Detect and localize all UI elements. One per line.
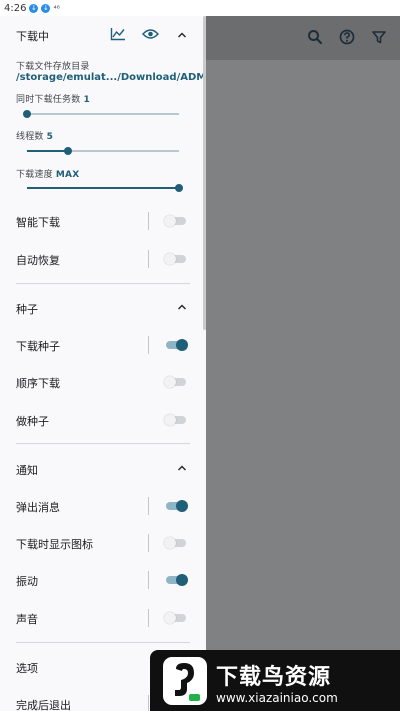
section-divider: [16, 642, 190, 643]
divider: [148, 609, 149, 627]
auto-resume-label: 自动恢复: [16, 254, 60, 267]
threads-value: 5: [46, 132, 54, 142]
bird-logo-icon: [163, 657, 207, 705]
status-time: 4:26: [4, 2, 27, 14]
sound-toggle[interactable]: [164, 611, 188, 625]
section-downloading-title: 下载中: [16, 30, 49, 43]
divider: [148, 534, 149, 552]
divider: [148, 250, 149, 268]
popup-message-toggle[interactable]: [164, 499, 188, 513]
slider-track: [27, 113, 179, 115]
signal-icon: ⁴⁶: [53, 3, 60, 13]
popup-message-label: 弹出消息: [16, 501, 60, 514]
download-torrent-toggle[interactable]: [164, 338, 188, 352]
divider: [148, 497, 149, 515]
section-divider: [16, 443, 190, 444]
download-folder-path[interactable]: /storage/emulat.../Download/ADM: [16, 72, 206, 83]
divider: [148, 336, 149, 354]
show-icon-toggle[interactable]: [164, 536, 188, 550]
speed-label-text: 下载速度: [16, 170, 53, 180]
concurrent-tasks-label-text: 同时下载任务数: [16, 95, 81, 105]
slider-thumb[interactable]: [64, 147, 73, 155]
speed-slider[interactable]: [27, 183, 183, 193]
speed-label: 下载速度 MAX: [16, 167, 79, 180]
chevron-up-icon[interactable]: [176, 462, 188, 474]
main-content-scrim[interactable]: [206, 60, 400, 711]
section-notify-title: 通知: [16, 464, 38, 477]
smart-download-toggle[interactable]: [164, 214, 188, 228]
vibrate-label: 振动: [16, 575, 38, 588]
sequential-download-label: 顺序下载: [16, 377, 60, 390]
drawer-scrollbar[interactable]: [203, 16, 206, 330]
watermark-url: www.xiazainiao.com: [216, 691, 338, 705]
exit-after-complete-label: 完成后退出: [16, 699, 71, 711]
vibrate-toggle[interactable]: [164, 573, 188, 587]
settings-drawer: 下载中 下载文件存放目录 /storage/emulat.../Download…: [0, 16, 206, 711]
show-icon-label: 下载时显示图标: [16, 538, 93, 551]
chevron-up-icon[interactable]: [176, 301, 188, 313]
slider-thumb[interactable]: [23, 110, 31, 118]
eye-icon[interactable]: [142, 28, 159, 40]
threads-label: 线程数 5: [16, 129, 53, 142]
chart-line-icon[interactable]: [110, 27, 126, 41]
section-options-title: 选项: [16, 662, 38, 675]
slider-fill: [27, 187, 179, 189]
sound-label: 声音: [16, 613, 38, 626]
search-icon[interactable]: [306, 28, 324, 46]
auto-resume-toggle[interactable]: [164, 252, 188, 266]
status-bar: 4:26 ↓ ↓ ⁴⁶: [0, 0, 400, 16]
divider: [148, 212, 149, 230]
divider: [148, 571, 149, 589]
section-torrent-title: 种子: [16, 303, 38, 316]
slider-thumb[interactable]: [175, 184, 183, 192]
watermark: 下载鸟资源 www.xiazainiao.com: [150, 650, 400, 711]
chevron-up-icon[interactable]: [176, 29, 188, 41]
concurrent-tasks-value: 1: [83, 95, 90, 105]
seeding-label: 做种子: [16, 415, 49, 428]
divider: [148, 695, 149, 711]
download-notification-icon-2: ↓: [41, 3, 51, 13]
concurrent-tasks-slider[interactable]: [23, 109, 179, 119]
threads-slider[interactable]: [27, 146, 179, 156]
speed-value: MAX: [55, 170, 80, 180]
seeding-toggle[interactable]: [164, 413, 188, 427]
threads-label-text: 线程数: [16, 132, 44, 142]
section-divider: [16, 283, 190, 284]
help-circle-icon[interactable]: [338, 28, 356, 46]
concurrent-tasks-label: 同时下载任务数 1: [16, 92, 90, 105]
download-notification-icon: ↓: [29, 3, 39, 13]
slider-fill: [27, 150, 69, 152]
filter-icon[interactable]: [370, 28, 388, 46]
download-torrent-label: 下载种子: [16, 340, 60, 353]
sequential-download-toggle[interactable]: [164, 375, 188, 389]
download-folder-label: 下载文件存放目录: [16, 62, 90, 72]
watermark-title: 下载鸟资源: [216, 665, 332, 690]
smart-download-label: 智能下载: [16, 216, 60, 229]
